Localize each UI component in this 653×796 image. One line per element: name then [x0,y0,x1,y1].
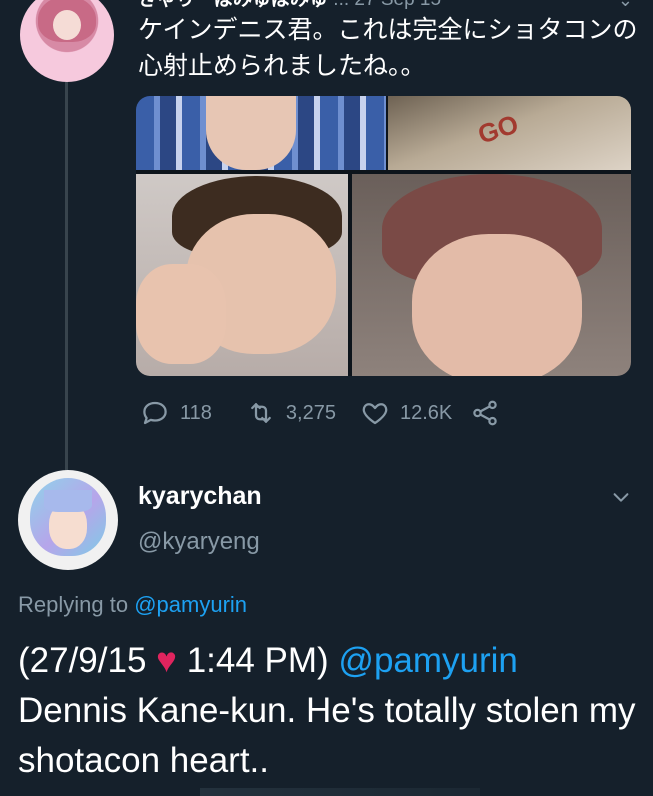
display-name[interactable]: kyarychan [138,482,262,511]
parent-tweet-meta: ... 27 Sep 15 [333,0,441,10]
retweet-count: 3,275 [285,401,336,424]
next-content-peek [200,788,480,796]
parent-display-name[interactable]: きゃりーぱみゅぱみゅ [138,0,328,10]
parent-tweet-text: ケインデニス君。これは完全にショタコンの心射止められましたね。。 [138,16,638,80]
retweet-button[interactable]: 3,275 [246,398,336,428]
tweet-date: (27/9/15 [18,641,147,680]
reply-button[interactable]: 118 [140,398,212,428]
retweet-icon [251,403,271,423]
heart-icon [362,403,388,425]
chevron-down-icon[interactable] [610,486,632,508]
media-photo-4[interactable] [352,174,631,376]
share-icon [473,400,497,426]
like-count: 12.6K [399,401,453,424]
replying-to: Replying to @pamyurin [18,592,247,618]
replying-to-link[interactable]: @pamyurin [134,592,247,617]
media-photo-1[interactable] [136,96,386,170]
user-handle[interactable]: @kyaryeng [138,528,260,556]
heart-emoji: ♥ [156,641,177,680]
media-grid[interactable] [136,96,631,376]
tweet-time: 1:44 PM) [186,641,329,680]
chevron-down-icon[interactable]: ⌄ [618,0,633,11]
tweet-text: (27/9/15 ♥ 1:44 PM) @pamyurin Dennis Kan… [18,636,638,786]
replying-label: Replying to [18,592,129,617]
tweet-body: Dennis Kane-kun. He's totally stolen my … [18,691,636,780]
media-photo-3[interactable] [136,174,348,376]
like-button[interactable]: 12.6K [360,398,452,428]
tweet-actions: 118 3,275 12.6K [140,396,500,430]
reply-count: 118 [180,401,212,424]
share-button[interactable] [470,398,500,428]
media-photo-2[interactable] [388,96,631,170]
parent-tweet-header: きゃりーぱみゅぱみゅ ... 27 Sep 15 [138,0,441,11]
thread-line [65,82,68,474]
mention-link[interactable]: @pamyurin [338,641,517,680]
avatar[interactable] [20,0,114,82]
avatar[interactable] [18,470,118,570]
reply-icon [143,401,167,425]
